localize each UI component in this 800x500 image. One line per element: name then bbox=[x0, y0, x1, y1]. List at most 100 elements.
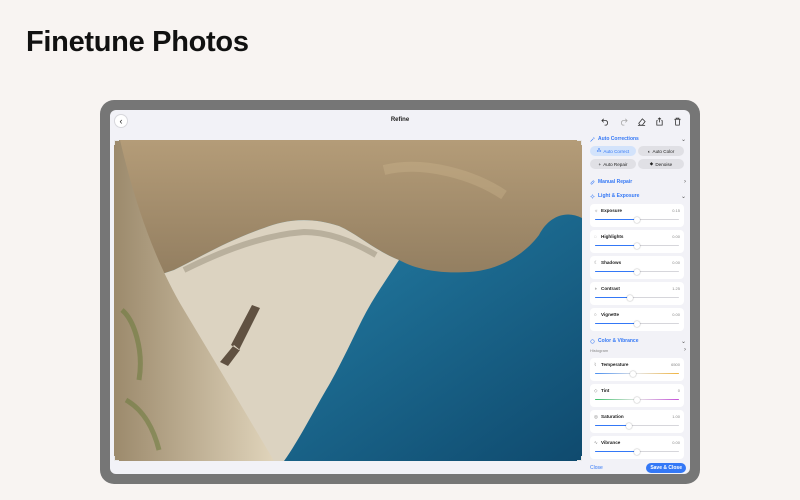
tablet-frame: ‹ Refine Auto Corrections ⌄ ⁂ Auto Corre… bbox=[100, 100, 700, 484]
slider-track[interactable] bbox=[595, 320, 679, 327]
slider-value: 6500 bbox=[671, 362, 680, 367]
button-label: Auto Repair bbox=[603, 161, 628, 167]
plus-icon: + bbox=[598, 161, 602, 167]
slider-value: 0 bbox=[677, 388, 680, 393]
slider-label: Vignette bbox=[601, 312, 620, 317]
eraser-icon[interactable] bbox=[634, 114, 649, 129]
slider-track[interactable] bbox=[595, 294, 679, 301]
tint-slider[interactable]: ◇ Tint 0 bbox=[590, 384, 684, 407]
slider-value: 1.25 bbox=[672, 286, 680, 291]
crop-handle-top-right[interactable] bbox=[577, 140, 582, 145]
page-title: Finetune Photos bbox=[26, 26, 249, 58]
button-label: Denoise bbox=[655, 161, 673, 167]
chevron-right-icon: › bbox=[684, 179, 686, 185]
slider-thumb[interactable] bbox=[629, 370, 636, 377]
section-title: Light & Exposure bbox=[598, 193, 640, 199]
section-light-exposure[interactable]: Light & Exposure ⌄ bbox=[590, 191, 686, 201]
slider-value: 0.00 bbox=[672, 260, 680, 265]
slider-label: Tint bbox=[601, 388, 610, 393]
slider-thumb[interactable] bbox=[634, 396, 640, 403]
palette-icon: ◐ bbox=[647, 148, 651, 154]
slider-value: 0.00 bbox=[672, 234, 680, 239]
shadows-slider[interactable]: ☾ Shadows 0.00 bbox=[590, 256, 684, 279]
slider-thumb[interactable] bbox=[634, 242, 640, 249]
section-title: Color & Vibrance bbox=[598, 338, 639, 344]
vignette-slider[interactable]: ○ Vignette 0.00 bbox=[590, 308, 684, 331]
share-icon[interactable] bbox=[652, 114, 667, 129]
vibrance-icon: ∿ bbox=[594, 440, 598, 445]
section-title: Auto Corrections bbox=[598, 136, 639, 142]
color-drop-icon bbox=[590, 338, 595, 344]
slider-thumb[interactable] bbox=[634, 320, 640, 327]
thermometer-icon: ⌇ bbox=[594, 362, 597, 367]
undo-icon[interactable] bbox=[598, 114, 613, 129]
slider-thumb[interactable] bbox=[634, 268, 640, 275]
contrast-icon: ◑ bbox=[594, 286, 597, 291]
chevron-right-icon: › bbox=[684, 347, 686, 353]
chevron-down-icon: ⌄ bbox=[680, 136, 686, 143]
close-button[interactable]: Close bbox=[590, 465, 603, 471]
trash-icon[interactable] bbox=[670, 114, 685, 129]
vibrance-slider[interactable]: ∿ Vibrance 0.00 bbox=[590, 436, 684, 459]
sun-icon bbox=[590, 193, 595, 199]
crop-handle-bottom-right[interactable] bbox=[577, 456, 582, 461]
slider-track[interactable] bbox=[595, 448, 679, 455]
adjustments-panel: Auto Corrections ⌄ ⁂ Auto Correct ◐ Auto… bbox=[586, 132, 690, 463]
moon-icon: ☾ bbox=[594, 260, 599, 265]
bandage-icon bbox=[590, 180, 595, 184]
editor-toolbar bbox=[598, 113, 685, 130]
auto-color-button[interactable]: ◐ Auto Color bbox=[638, 146, 684, 156]
saturation-icon: ◎ bbox=[594, 414, 598, 419]
redo-icon[interactable] bbox=[616, 114, 631, 129]
auto-repair-button[interactable]: + Auto Repair bbox=[590, 159, 636, 169]
slider-label: Highlights bbox=[601, 234, 624, 239]
slider-label: Temperature bbox=[601, 362, 629, 367]
section-manual-repair[interactable]: Manual Repair › bbox=[590, 177, 686, 187]
slider-label: Vibrance bbox=[601, 440, 621, 445]
denoise-icon: ◆ bbox=[649, 161, 654, 166]
temperature-slider[interactable]: ⌇ Temperature 6500 bbox=[590, 358, 684, 381]
slider-track[interactable] bbox=[595, 216, 679, 223]
editor-screen: ‹ Refine Auto Corrections ⌄ ⁂ Auto Corre… bbox=[110, 110, 690, 474]
slider-label: Exposure bbox=[601, 208, 622, 213]
slider-track[interactable] bbox=[595, 422, 679, 429]
vignette-icon: ○ bbox=[594, 312, 597, 317]
slider-track[interactable] bbox=[595, 242, 679, 249]
magic-wand-icon bbox=[590, 137, 595, 142]
slider-track[interactable] bbox=[595, 268, 679, 275]
sun-icon: ☼ bbox=[594, 208, 599, 213]
slider-track[interactable] bbox=[595, 370, 679, 377]
slider-value: 0.00 bbox=[672, 440, 680, 445]
save-close-button[interactable]: Save & Close bbox=[646, 463, 686, 473]
slider-thumb[interactable] bbox=[634, 216, 640, 223]
denoise-button[interactable]: ◆ Denoise bbox=[638, 159, 684, 169]
auto-correct-button[interactable]: ⁂ Auto Correct bbox=[590, 146, 636, 156]
slider-thumb[interactable] bbox=[627, 294, 634, 301]
slider-label: Saturation bbox=[601, 414, 624, 419]
section-auto-corrections[interactable]: Auto Corrections ⌄ bbox=[590, 134, 686, 144]
tint-icon: ◇ bbox=[594, 388, 598, 393]
exposure-slider[interactable]: ☼ Exposure 0.15 bbox=[590, 204, 684, 227]
crop-handle-top-left[interactable] bbox=[114, 140, 119, 145]
histogram-row[interactable]: Histogram › bbox=[590, 346, 686, 354]
panel-footer: Close Save & Close bbox=[586, 463, 690, 474]
saturation-slider[interactable]: ◎ Saturation 1.00 bbox=[590, 410, 684, 433]
slider-thumb[interactable] bbox=[625, 422, 632, 429]
chevron-down-icon: ⌄ bbox=[680, 338, 686, 345]
slider-value: 1.00 bbox=[672, 414, 680, 419]
beach-photo bbox=[114, 140, 582, 461]
magic-wand-icon: ⁂ bbox=[596, 148, 602, 153]
crop-handle-bottom-left[interactable] bbox=[114, 456, 119, 461]
section-color-vibrance[interactable]: Color & Vibrance ⌄ bbox=[590, 336, 686, 346]
slider-label: Shadows bbox=[601, 260, 622, 265]
slider-thumb[interactable] bbox=[634, 448, 640, 455]
button-label: Auto Correct bbox=[603, 148, 630, 154]
highlights-slider[interactable]: ◌ Highlights 0.00 bbox=[590, 230, 684, 253]
section-title: Manual Repair bbox=[598, 179, 633, 185]
highlights-icon: ◌ bbox=[594, 234, 597, 239]
chevron-down-icon: ⌄ bbox=[680, 193, 686, 200]
contrast-slider[interactable]: ◑ Contrast 1.25 bbox=[590, 282, 684, 305]
slider-track[interactable] bbox=[595, 396, 679, 403]
histogram-label: Histogram bbox=[590, 347, 609, 353]
photo-canvas[interactable] bbox=[114, 140, 582, 461]
